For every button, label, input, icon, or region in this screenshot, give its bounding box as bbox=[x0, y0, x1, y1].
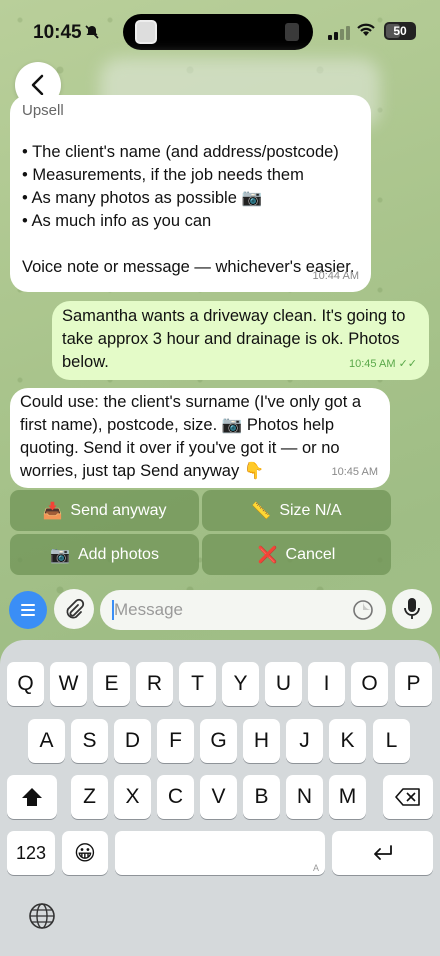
size-na-button[interactable]: 📏 Size N/A bbox=[202, 490, 391, 531]
camera-icon: 📷 bbox=[50, 546, 70, 564]
cancel-button[interactable]: ❌ Cancel bbox=[202, 534, 391, 575]
key-r[interactable]: R bbox=[136, 662, 173, 706]
backspace-key[interactable] bbox=[383, 775, 433, 819]
message-time: 10:45 AM bbox=[331, 466, 378, 478]
key-b[interactable]: B bbox=[243, 775, 280, 819]
globe-icon[interactable] bbox=[28, 902, 56, 930]
live-activity-thumbnail bbox=[135, 20, 157, 44]
key-q[interactable]: Q bbox=[7, 662, 44, 706]
add-photos-button[interactable]: 📷 Add photos bbox=[10, 534, 199, 575]
send-anyway-button[interactable]: 📥 Send anyway bbox=[10, 490, 199, 531]
key-j[interactable]: J bbox=[286, 719, 323, 763]
key-v[interactable]: V bbox=[200, 775, 237, 819]
shift-key[interactable] bbox=[7, 775, 57, 819]
return-key[interactable] bbox=[332, 831, 433, 875]
incoming-message: Upsell • The client's name (and address/… bbox=[10, 95, 371, 292]
live-activity-indicator bbox=[285, 23, 299, 41]
double-check-icon: ✓✓ bbox=[398, 358, 417, 370]
key-z[interactable]: Z bbox=[71, 775, 108, 819]
message-line: • As many photos as possible 📷 bbox=[22, 189, 263, 207]
message-time: 10:45 AM bbox=[349, 358, 396, 370]
key-c[interactable]: C bbox=[157, 775, 194, 819]
battery-level: 50 bbox=[393, 24, 407, 38]
shift-arrow-icon bbox=[22, 788, 42, 806]
message-text: Could use: the client's surname (I've on… bbox=[20, 393, 362, 480]
key-w[interactable]: W bbox=[50, 662, 87, 706]
key-m[interactable]: M bbox=[329, 775, 366, 819]
key-y[interactable]: Y bbox=[222, 662, 259, 706]
message-line: • Measurements, if the job needs them bbox=[22, 166, 304, 184]
paperclip-icon bbox=[66, 598, 85, 619]
backspace-icon bbox=[395, 788, 420, 806]
key-p[interactable]: P bbox=[395, 662, 432, 706]
button-label: Add photos bbox=[77, 545, 159, 563]
key-l[interactable]: L bbox=[373, 719, 410, 763]
key-a[interactable]: A bbox=[28, 719, 65, 763]
message-line: • As much info as you can bbox=[22, 212, 212, 230]
key-d[interactable]: D bbox=[114, 719, 151, 763]
key-k[interactable]: K bbox=[329, 719, 366, 763]
key-o[interactable]: O bbox=[351, 662, 388, 706]
message-top-text: Upsell bbox=[22, 102, 64, 119]
status-time: 10:45 bbox=[33, 22, 82, 43]
key-n[interactable]: N bbox=[286, 775, 323, 819]
cross-icon: ❌ bbox=[257, 546, 278, 564]
space-key[interactable]: A bbox=[115, 831, 325, 875]
message-line: Voice note or message — whichever's easi… bbox=[22, 258, 355, 276]
key-u[interactable]: U bbox=[265, 662, 302, 706]
bot-menu-button[interactable] bbox=[9, 591, 47, 629]
incoming-message: Could use: the client's surname (I've on… bbox=[10, 388, 390, 488]
button-label: Size N/A bbox=[279, 501, 342, 519]
sticker-icon[interactable] bbox=[352, 599, 374, 621]
battery-icon: 50 bbox=[384, 22, 416, 40]
dynamic-island bbox=[123, 14, 313, 50]
numbers-key[interactable]: 123 bbox=[7, 831, 55, 875]
key-h[interactable]: H bbox=[243, 719, 280, 763]
key-s[interactable]: S bbox=[71, 719, 108, 763]
chevron-left-icon bbox=[31, 74, 44, 96]
key-t[interactable]: T bbox=[179, 662, 216, 706]
wifi-icon bbox=[357, 23, 375, 36]
button-label: Cancel bbox=[285, 545, 336, 563]
key-g[interactable]: G bbox=[200, 719, 237, 763]
key-i[interactable]: I bbox=[308, 662, 345, 706]
key-x[interactable]: X bbox=[114, 775, 151, 819]
ruler-icon: 📏 bbox=[251, 502, 272, 520]
outgoing-message: Samantha wants a driveway clean. It's go… bbox=[52, 301, 429, 380]
emoji-key[interactable]: 😀 bbox=[62, 831, 108, 875]
inbox-tray-icon: 📥 bbox=[42, 502, 63, 520]
bell-muted-icon bbox=[85, 25, 99, 39]
return-arrow-icon bbox=[373, 845, 392, 860]
message-time: 10:44 AM bbox=[312, 270, 359, 282]
message-placeholder: Message bbox=[114, 600, 183, 619]
button-label: Send anyway bbox=[70, 501, 167, 519]
space-hint: A bbox=[312, 863, 319, 873]
status-bar: 10:45 50 bbox=[0, 0, 440, 60]
message-line: • The client's name (and address/postcod… bbox=[22, 143, 339, 161]
microphone-icon bbox=[404, 598, 420, 619]
message-input[interactable]: Message bbox=[100, 590, 386, 630]
menu-icon bbox=[21, 604, 35, 616]
key-e[interactable]: E bbox=[93, 662, 130, 706]
cellular-signal-icon bbox=[328, 24, 350, 40]
voice-record-button[interactable] bbox=[392, 589, 432, 629]
message-status: 10:45 AM ✓✓ bbox=[349, 353, 417, 376]
attach-button[interactable] bbox=[54, 589, 94, 629]
onscreen-keyboard: Q W E R T Y U I O P A S D F G H J K L Z … bbox=[0, 640, 440, 956]
key-f[interactable]: F bbox=[157, 719, 194, 763]
